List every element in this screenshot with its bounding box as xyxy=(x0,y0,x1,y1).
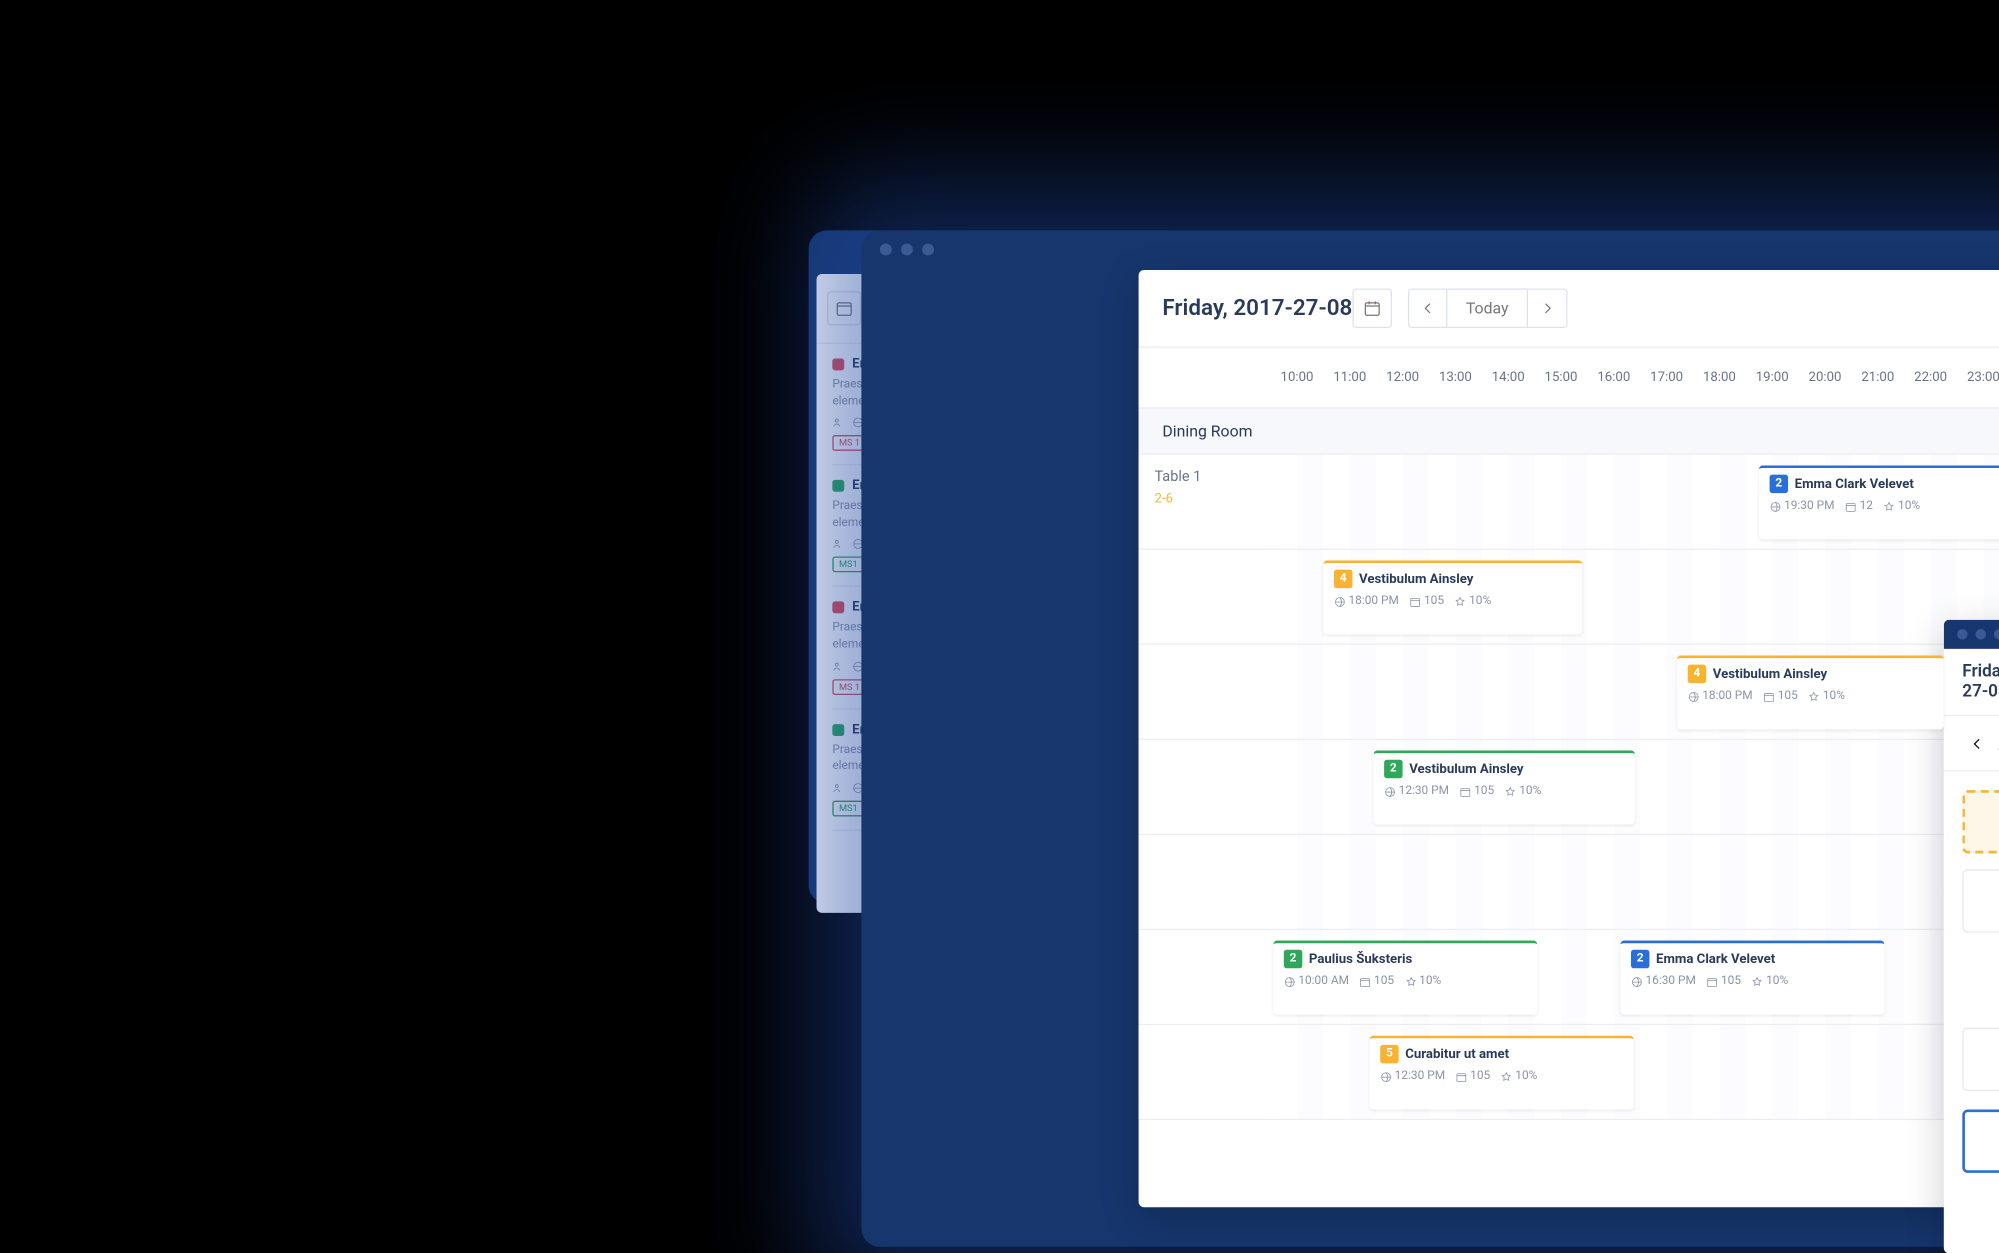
booking-event[interactable]: 2Paulius Šuksteris 10:00 AM 105 10% xyxy=(1273,940,1537,1014)
timeline-header: 10:0011:0012:0013:0014:0015:0016:0017:00… xyxy=(1138,347,1999,408)
gantt-body: Table 12-6 2Emma Clark Velevet 19:30 PM 1… xyxy=(1138,454,1999,1119)
chevron-right-icon xyxy=(1538,299,1556,317)
row-header xyxy=(1138,739,1270,833)
calendar-button[interactable] xyxy=(827,291,861,325)
floor-body: T1 Tablein 2-158 window Tablein 2-158 wi… xyxy=(1943,771,1999,1193)
calendar-icon xyxy=(835,299,853,317)
gantt-row: 2Paulius Šuksteris 10:00 AM 105 10% 2Emma… xyxy=(1138,930,1999,1025)
calendar-button[interactable] xyxy=(1352,288,1392,328)
row-header xyxy=(1138,930,1270,1024)
gantt-row: 2Vestibulum Ainsley 12:30 PM 105 10% xyxy=(1138,739,1999,834)
row-header xyxy=(1138,834,1270,928)
booking-event[interactable]: 4Vestibulum Ainsley 18:00 PM 105 10% xyxy=(1677,655,1944,729)
time-slot: 10:00 xyxy=(1270,370,1323,385)
time-slot: 13:00 xyxy=(1429,370,1482,385)
table-t2[interactable]: T2 xyxy=(1962,869,1999,932)
table-t1[interactable]: T1 xyxy=(1962,790,1999,853)
time-slot: 14:00 xyxy=(1481,370,1534,385)
calendar-icon xyxy=(1362,299,1380,317)
time-slot: 15:00 xyxy=(1534,370,1587,385)
booking-event[interactable]: 2Vestibulum Ainsley 12:30 PM 105 10% xyxy=(1373,750,1634,824)
window-chrome xyxy=(1943,619,1999,648)
time-slot: 12:00 xyxy=(1376,370,1429,385)
time-slot: 20:00 xyxy=(1798,370,1851,385)
main-window: Friday, 2017-27-08 Today 10:0011:0012:00… xyxy=(1138,270,1999,1207)
time-slot: 11:00 xyxy=(1323,370,1376,385)
time-slot: 17:00 xyxy=(1640,370,1693,385)
hour-column: 031530450 xyxy=(1986,730,1999,756)
row-header xyxy=(1138,644,1270,738)
gantt-row: 4Vestibulum Ainsley 18:00 PM 105 10% xyxy=(1138,644,1999,739)
row-header: Table 12-6 xyxy=(1138,454,1270,548)
time-slot: 18:00 xyxy=(1693,370,1746,385)
section-header: Dining Room xyxy=(1138,408,1999,454)
chevron-left-icon xyxy=(1418,299,1436,317)
gantt-row: Table 12-6 2Emma Clark Velevet 19:30 PM 1… xyxy=(1138,454,1999,549)
time-slot: 21:00 xyxy=(1851,370,1904,385)
page-title: Friday, 2017-27-08 xyxy=(1162,295,1352,321)
time-slot: 19:00 xyxy=(1745,370,1798,385)
time-slot: 22:00 xyxy=(1904,370,1957,385)
today-button[interactable]: Today xyxy=(1447,288,1528,328)
prev-day-button[interactable] xyxy=(1407,288,1447,328)
time-slot: 23:00 xyxy=(1957,370,1999,385)
booking-event[interactable]: 5Curabitur ut amet 12:30 PM 105 10% xyxy=(1369,1035,1633,1109)
chevron-left-icon[interactable] xyxy=(1967,733,1985,751)
table-t8[interactable]: T8 xyxy=(1962,1109,1999,1172)
hour-strip: 0315304500415304500515304500615304500715… xyxy=(1943,716,1999,771)
floorplan-window: Friday, 2017-27-08 Today 123451015 03153… xyxy=(1943,619,1999,1253)
table-t7[interactable]: T7 xyxy=(1962,1027,1999,1090)
main-toolbar: Friday, 2017-27-08 Today xyxy=(1138,270,1999,348)
gantt-row: 5Curabitur ut amet 12:30 PM 105 10%Block… xyxy=(1138,1025,1999,1120)
row-header xyxy=(1138,1025,1270,1119)
gantt-row xyxy=(1138,834,1999,929)
booking-event[interactable]: 2Emma Clark Velevet 19:30 PM 12 10% xyxy=(1759,465,1999,539)
row-header xyxy=(1138,549,1270,643)
booking-event[interactable]: 2Emma Clark Velevet 16:30 PM 105 10% xyxy=(1620,940,1884,1014)
next-day-button[interactable] xyxy=(1528,288,1568,328)
time-slot: 16:00 xyxy=(1587,370,1640,385)
booking-event[interactable]: 4Vestibulum Ainsley 18:00 PM 105 10% xyxy=(1323,560,1582,634)
gantt-row: 4Vestibulum Ainsley 18:00 PM 105 10% xyxy=(1138,549,1999,644)
floor-toolbar: Friday, 2017-27-08 Today 123451015 xyxy=(1943,648,1999,715)
page-title: Friday, 2017-27-08 xyxy=(1962,662,1999,702)
